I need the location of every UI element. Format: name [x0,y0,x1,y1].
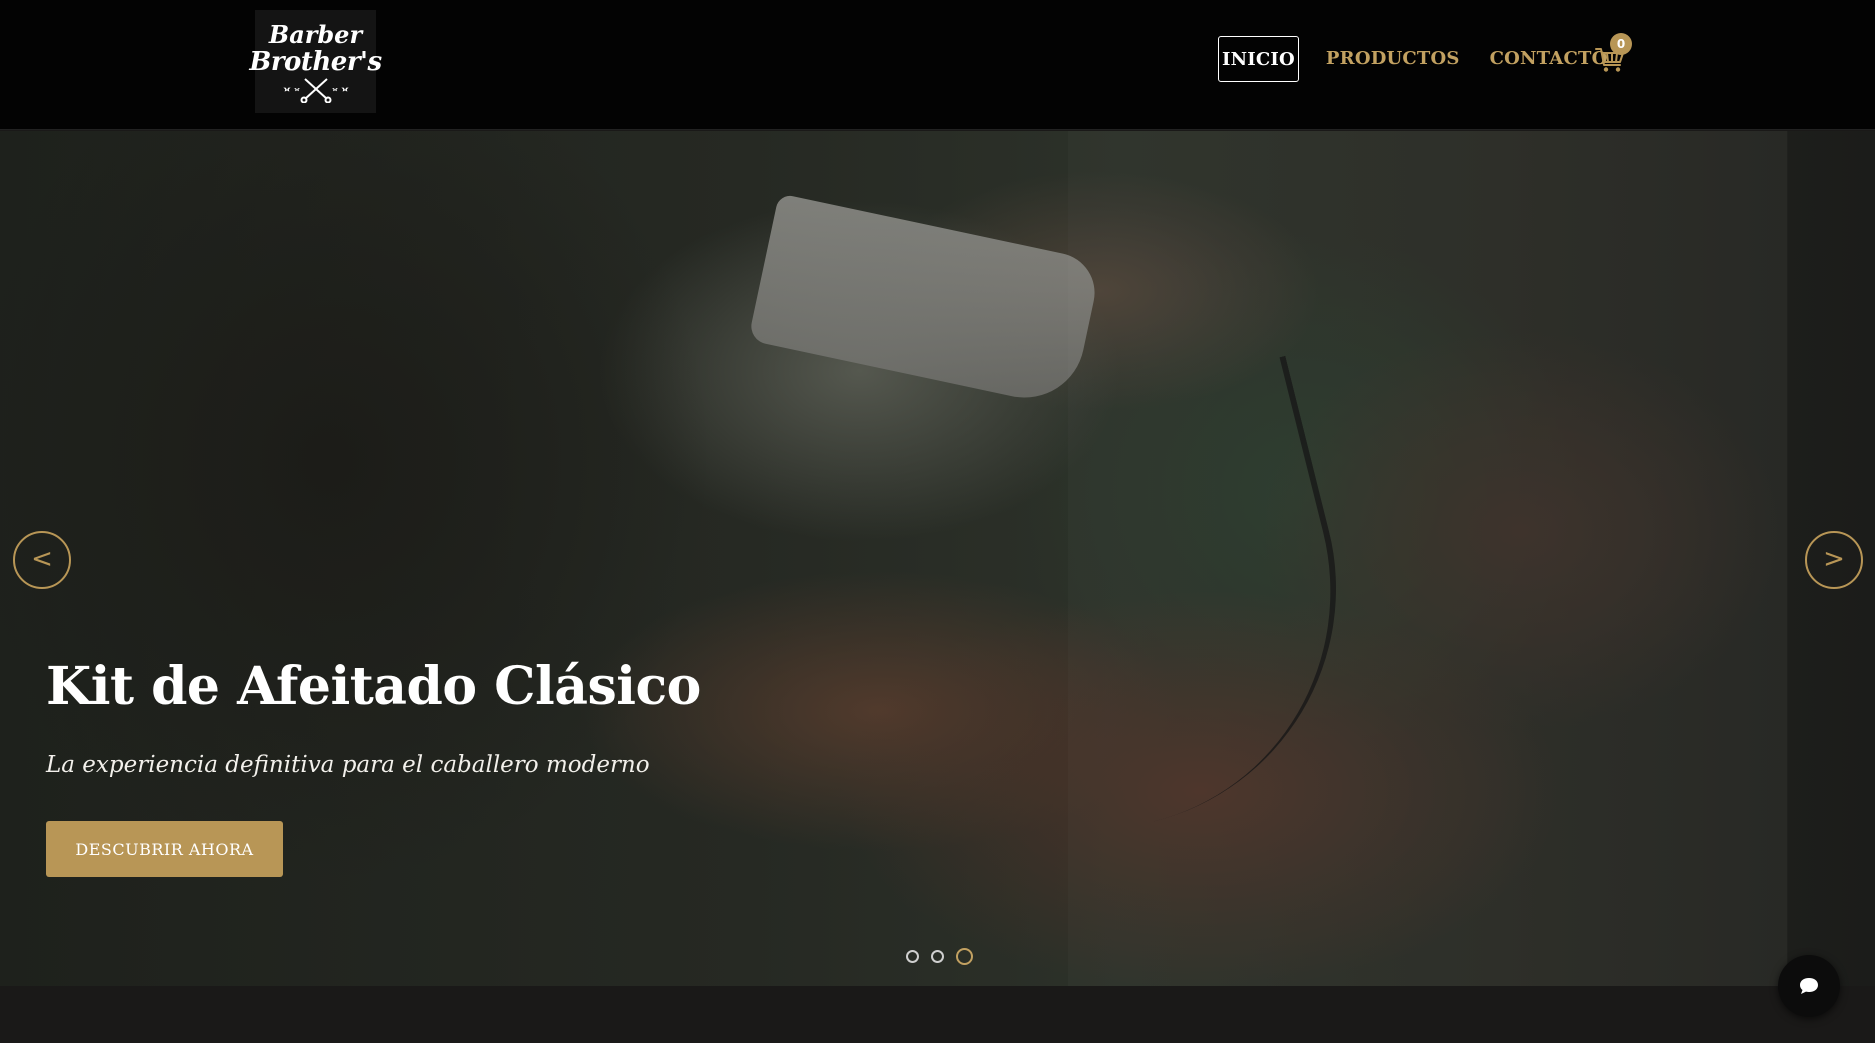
carousel-next-button[interactable]: > [1805,531,1863,589]
chat-button[interactable] [1778,955,1840,1017]
brand-name-line2: Brother's [249,46,382,77]
nav-item-inicio[interactable]: INICIO [1218,36,1299,82]
site-header: Barber Brother's INICIO PRODUCTOS CONTAC… [0,0,1875,130]
main-nav: INICIO PRODUCTOS CONTACTO [1218,36,1610,82]
carousel-prev-button[interactable]: < [13,531,71,589]
nav-item-contacto[interactable]: CONTACTO [1487,36,1611,82]
cart-count-badge: 0 [1610,33,1632,55]
brand-name-line1: Barber [268,19,363,49]
hero-subtitle: La experiencia definitiva para el caball… [46,752,650,778]
carousel-dot-3[interactable] [956,948,973,965]
hero-overlay [1068,131,1788,986]
chat-bubble-icon [1800,978,1818,994]
crossed-scissors-icon [282,77,349,103]
brand-logo[interactable]: Barber Brother's [249,10,382,113]
discover-now-button[interactable]: DESCUBRIR AHORA [46,821,283,877]
hero-background-image [748,193,1102,409]
carousel-indicators [906,948,973,965]
hero-title: Kit de Afeitado Clásico [46,656,701,717]
nav-item-productos[interactable]: PRODUCTOS [1323,36,1463,82]
carousel-dot-1[interactable] [906,950,919,963]
carousel-dot-2[interactable] [931,950,944,963]
